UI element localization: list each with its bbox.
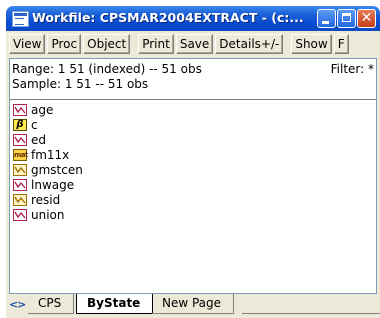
workfile-icon	[12, 11, 29, 27]
title-bar[interactable]: Workfile: CPSMAR2004EXTRACT - (c:... ✕	[6, 6, 380, 31]
object-name: lnwage	[31, 177, 75, 192]
series-icon	[13, 133, 27, 146]
series-icon	[13, 163, 27, 176]
list-item[interactable]: union	[13, 207, 83, 222]
details-button[interactable]: Details+/-	[215, 34, 284, 54]
workfile-content: Range: 1 51 (indexed) -- 51 obs Sample: …	[9, 58, 377, 294]
coef-icon: β	[13, 118, 27, 131]
minimize-icon	[322, 21, 329, 24]
list-item[interactable]: β c	[13, 117, 83, 132]
tab-new-page[interactable]: New Page	[152, 294, 235, 314]
object-list: age β c ed mat fm11x gmstcen lnwage resi…	[13, 102, 83, 222]
list-item[interactable]: lnwage	[13, 177, 83, 192]
object-name: c	[31, 117, 38, 132]
list-item[interactable]: mat fm11x	[13, 147, 83, 162]
list-item[interactable]: resid	[13, 192, 83, 207]
tab-bystate[interactable]: ByState	[76, 294, 154, 314]
workfile-info: Range: 1 51 (indexed) -- 51 obs Sample: …	[12, 59, 374, 101]
range-text: Range: 1 51 (indexed) -- 51 obs	[12, 62, 202, 76]
series-icon	[13, 103, 27, 116]
window-title: Workfile: CPSMAR2004EXTRACT - (c:...	[32, 10, 304, 25]
proc-button[interactable]: Proc	[47, 34, 82, 54]
object-name: gmstcen	[31, 162, 83, 177]
series-icon	[13, 208, 27, 221]
object-name: age	[31, 102, 54, 117]
tab-cps[interactable]: CPS	[28, 294, 75, 314]
close-button[interactable]: ✕	[357, 9, 376, 28]
maximize-button[interactable]	[337, 9, 356, 28]
workfile-window: Workfile: CPSMAR2004EXTRACT - (c:... ✕ V…	[6, 6, 380, 318]
object-name: union	[31, 207, 65, 222]
toolbar-separator	[285, 34, 289, 56]
list-item[interactable]: gmstcen	[13, 162, 83, 177]
close-icon: ✕	[360, 10, 373, 26]
fetch-button[interactable]: F	[333, 34, 349, 54]
toolbar: View Proc Object Print Save Details+/- S…	[9, 34, 380, 56]
tab-baseline	[242, 313, 380, 314]
object-button[interactable]: Object	[83, 34, 131, 54]
sample-text: Sample: 1 51 -- 51 obs	[12, 77, 149, 91]
page-tab-bar: < > CPS ByState New Page	[6, 294, 380, 318]
print-button[interactable]: Print	[138, 34, 174, 54]
view-button[interactable]: View	[9, 34, 46, 54]
matrix-icon: mat	[13, 148, 28, 161]
list-item[interactable]: age	[13, 102, 83, 117]
toolbar-separator	[132, 34, 136, 56]
show-button[interactable]: Show	[291, 34, 332, 54]
object-name: ed	[31, 132, 46, 147]
minimize-button[interactable]	[317, 9, 336, 28]
chevron-left-icon[interactable]: <	[9, 298, 18, 312]
object-name: resid	[31, 192, 61, 207]
series-icon	[13, 178, 27, 191]
filter-text: Filter: *	[330, 62, 374, 76]
chevron-right-icon[interactable]: >	[17, 298, 26, 312]
info-divider	[10, 99, 376, 100]
list-item[interactable]: ed	[13, 132, 83, 147]
object-name: fm11x	[31, 147, 70, 162]
maximize-icon	[342, 13, 351, 22]
series-icon	[13, 193, 27, 206]
save-button[interactable]: Save	[175, 34, 214, 54]
